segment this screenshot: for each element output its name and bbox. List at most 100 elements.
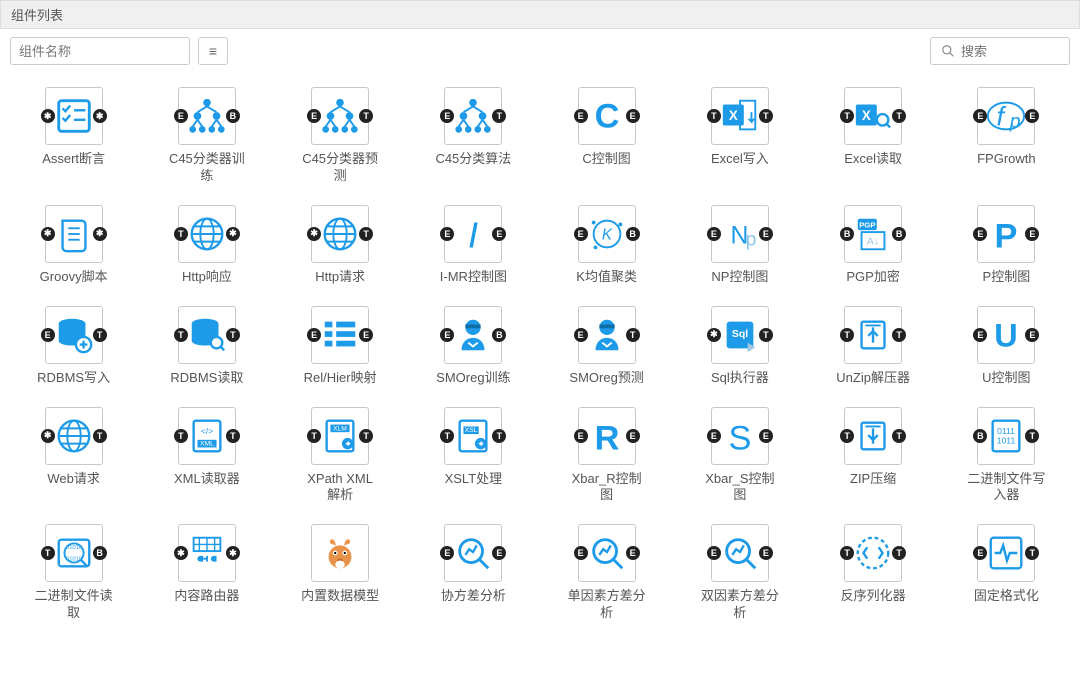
search-box[interactable]: [930, 37, 1070, 65]
component-item[interactable]: EE协方差分析: [412, 522, 535, 622]
component-item[interactable]: BT二进制文件写入器: [945, 405, 1068, 505]
component-item[interactable]: TTXPath XML解析: [279, 405, 402, 505]
component-item[interactable]: TT XML读取器: [145, 405, 268, 505]
component-icon-wrap: EE: [709, 522, 771, 584]
component-label: UnZip解压器: [836, 370, 910, 387]
component-item[interactable]: EBSMOreg训练: [412, 304, 535, 387]
component-label: Sql执行器: [711, 370, 769, 387]
badge-left: E: [574, 227, 588, 241]
component-item[interactable]: EERel/Hier映射: [279, 304, 402, 387]
component-name-input[interactable]: [10, 37, 190, 65]
component-item[interactable]: ✱✱Groovy脚本: [12, 203, 135, 286]
component-icon-wrap: ✱T: [709, 304, 771, 366]
badge-right: T: [759, 328, 773, 342]
component-item[interactable]: ✱TWeb请求: [12, 405, 135, 505]
component-label: 内容路由器: [174, 588, 239, 605]
component-item[interactable]: TTRDBMS读取: [145, 304, 268, 387]
component-item[interactable]: EEXbar_S控制图: [678, 405, 801, 505]
component-icon-wrap: EE: [975, 203, 1037, 265]
badge-left: T: [840, 429, 854, 443]
component-label: Excel读取: [844, 151, 902, 168]
component-item[interactable]: TTZIP压缩: [812, 405, 935, 505]
component-item[interactable]: T✱Http响应: [145, 203, 268, 286]
component-label: Rel/Hier映射: [304, 370, 377, 387]
component-item[interactable]: T T UnZip解压器: [812, 304, 935, 387]
component-item[interactable]: TT反序列化器: [812, 522, 935, 622]
component-item[interactable]: BBPGP加密: [812, 203, 935, 286]
component-icon-wrap: TT: [176, 405, 238, 467]
component-item[interactable]: ET SMOreg预测: [545, 304, 668, 387]
component-item[interactable]: TTExcel读取: [812, 85, 935, 185]
badge-left: E: [973, 546, 987, 560]
badge-left: T: [41, 546, 55, 560]
badge-right: E: [359, 328, 373, 342]
badge-left: B: [973, 429, 987, 443]
badge-left: E: [707, 546, 721, 560]
component-label: Groovy脚本: [40, 269, 108, 286]
component-item[interactable]: ✱ ✱ 内容路由器: [145, 522, 268, 622]
component-label: Excel写入: [711, 151, 769, 168]
badge-right: E: [492, 227, 506, 241]
component-label: XML读取器: [174, 471, 240, 488]
component-label: 二进制文件读取: [35, 588, 113, 622]
badge-right: E: [759, 227, 773, 241]
component-icon-wrap: BB: [842, 203, 904, 265]
badge-right: T: [892, 328, 906, 342]
search-input[interactable]: [961, 44, 1051, 59]
component-label: C控制图: [582, 151, 630, 168]
component-item[interactable]: ETRDBMS写入: [12, 304, 135, 387]
badge-right: T: [759, 109, 773, 123]
component-item[interactable]: ✱✱Assert断言: [12, 85, 135, 185]
component-item[interactable]: EENP控制图: [678, 203, 801, 286]
component-item[interactable]: ETC45分类器预测: [279, 85, 402, 185]
badge-right: T: [1025, 546, 1039, 560]
component-item[interactable]: EE双因素方差分析: [678, 522, 801, 622]
search-icon: [941, 44, 955, 58]
component-item[interactable]: EEP控制图: [945, 203, 1068, 286]
component-item[interactable]: TTXSLT处理: [412, 405, 535, 505]
component-label: SMOreg预测: [569, 370, 643, 387]
component-icon-wrap: [309, 522, 371, 584]
menu-button[interactable]: ≡: [198, 37, 228, 65]
component-item[interactable]: EBK均值聚类: [545, 203, 668, 286]
component-label: XSLT处理: [445, 471, 503, 488]
component-icon-wrap: TB: [43, 522, 105, 584]
component-icon-wrap: TT: [842, 522, 904, 584]
badge-left: E: [174, 109, 188, 123]
component-icon-wrap: ✱T: [309, 203, 371, 265]
component-item[interactable]: ETC45分类算法: [412, 85, 535, 185]
component-icon-wrap: TT: [442, 405, 504, 467]
component-item[interactable]: 内置数据模型: [279, 522, 402, 622]
component-label: C45分类算法: [435, 151, 511, 168]
component-item[interactable]: EEI-MR控制图: [412, 203, 535, 286]
component-item[interactable]: ✱THttp请求: [279, 203, 402, 286]
component-icon-wrap: ET: [576, 304, 638, 366]
badge-right: T: [892, 429, 906, 443]
component-item[interactable]: ET固定格式化: [945, 522, 1068, 622]
component-icon-wrap: EE: [709, 405, 771, 467]
component-item[interactable]: EEFPGrowth: [945, 85, 1068, 185]
badge-left: E: [973, 109, 987, 123]
component-label: Web请求: [47, 471, 100, 488]
badge-right: ✱: [226, 546, 240, 560]
badge-left: T: [440, 429, 454, 443]
component-item[interactable]: EEXbar_R控制图: [545, 405, 668, 505]
component-item[interactable]: EE单因素方差分析: [545, 522, 668, 622]
badge-left: E: [574, 429, 588, 443]
badge-left: T: [840, 328, 854, 342]
badge-right: T: [492, 429, 506, 443]
badge-left: ✱: [174, 546, 188, 560]
component-item[interactable]: ✱T Sql执行器: [678, 304, 801, 387]
component-item[interactable]: EEC控制图: [545, 85, 668, 185]
component-item[interactable]: EEU控制图: [945, 304, 1068, 387]
component-item[interactable]: TB 二进制文件读取: [12, 522, 135, 622]
component-label: RDBMS读取: [170, 370, 243, 387]
badge-right: E: [1025, 328, 1039, 342]
component-item[interactable]: TTExcel写入: [678, 85, 801, 185]
badge-left: T: [840, 546, 854, 560]
component-item[interactable]: EBC45分类器训练: [145, 85, 268, 185]
badge-right: ✱: [93, 227, 107, 241]
component-label: C45分类器预测: [301, 151, 379, 185]
toolbar: ≡: [0, 29, 1080, 73]
badge-left: E: [307, 109, 321, 123]
